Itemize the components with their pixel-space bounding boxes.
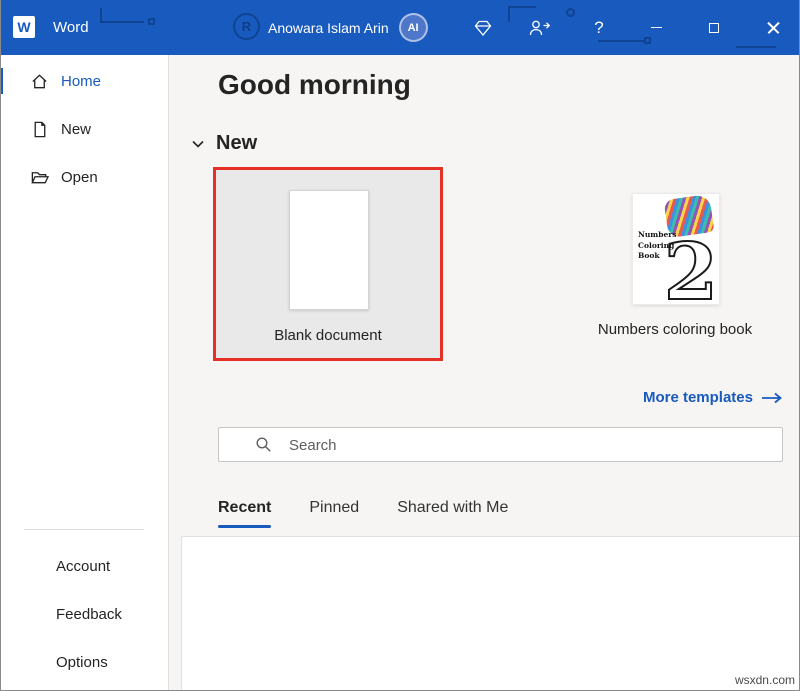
search-icon [255,436,272,453]
document-tabs: Recent Pinned Shared with Me [218,499,508,528]
avatar[interactable]: AI [399,13,428,42]
sidebar-item-label: Home [61,73,101,90]
new-document-icon [30,120,49,139]
app-title: Word [53,0,89,55]
premium-diamond-button[interactable] [462,0,504,55]
arrow-right-icon [761,392,783,404]
word-logo[interactable]: W [13,16,35,38]
template-label: Numbers coloring book [585,321,765,338]
help-button[interactable]: ? [578,0,620,55]
greeting-heading: Good morning [218,69,411,101]
close-icon [766,20,781,35]
sidebar-footer: Account Feedback Options [0,542,168,686]
minimize-icon [651,27,662,28]
window-edge [0,0,1,691]
tab-pinned[interactable]: Pinned [309,499,359,528]
sidebar-separator [24,529,144,530]
titlebar: R W Word Anowara Islam Arin AI ? [0,0,800,55]
share-contact-button[interactable] [518,0,560,55]
chevron-down-icon[interactable] [191,138,205,150]
sidebar-item-account[interactable]: Account [0,542,168,590]
sidebar-item-home[interactable]: Home [0,57,168,105]
main-content: Good morning New Blank document 2 Number… [169,55,800,691]
circuit-decoration [148,18,155,25]
home-icon [30,72,49,91]
sidebar-item-options[interactable]: Options [0,638,168,686]
search-box [218,427,783,462]
blank-page-preview [289,190,369,310]
sidebar-item-feedback[interactable]: Feedback [0,590,168,638]
template-label: Blank document [216,327,440,344]
premium-diamond-icon [473,18,493,38]
more-templates-link[interactable]: More templates [643,389,783,406]
more-templates-label: More templates [643,389,753,406]
share-contact-icon [528,18,551,38]
maximize-button[interactable] [690,0,737,55]
account-name: Anowara Islam Arin [268,20,389,36]
circuit-decoration [100,8,102,22]
coloring-book-title: Numbers Coloring Book [638,230,678,262]
sidebar-item-new[interactable]: New [0,105,168,153]
recent-documents-panel [181,536,800,691]
circuit-decoration [508,6,510,22]
template-card-numbers-coloring-book[interactable]: 2 Numbers Coloring Book [632,193,720,305]
registered-mark-decoration: R [233,13,260,40]
new-section-title: New [216,132,257,155]
template-card-blank-document[interactable]: Blank document [213,167,443,361]
circuit-decoration [100,21,144,23]
new-section-header: New [191,132,257,155]
close-button[interactable] [747,0,800,55]
tab-shared-with-me[interactable]: Shared with Me [397,499,508,528]
sidebar-item-label: New [61,121,91,138]
circuit-decoration [566,8,575,17]
sidebar-nav: Home New Open [0,55,168,201]
watermark-text: wsxdn.com [735,673,795,687]
account-menu[interactable]: Anowara Islam Arin AI [268,0,428,55]
word-start-screen: R W Word Anowara Islam Arin AI ? [0,0,800,691]
maximize-icon [709,23,719,33]
open-folder-icon [30,168,49,187]
search-input[interactable] [287,428,774,463]
sidebar-item-open[interactable]: Open [0,153,168,201]
tab-recent[interactable]: Recent [218,499,271,528]
minimize-button[interactable] [633,0,680,55]
sidebar-item-label: Open [61,169,98,186]
sidebar: Home New Open Account Feedback Options [0,55,169,691]
